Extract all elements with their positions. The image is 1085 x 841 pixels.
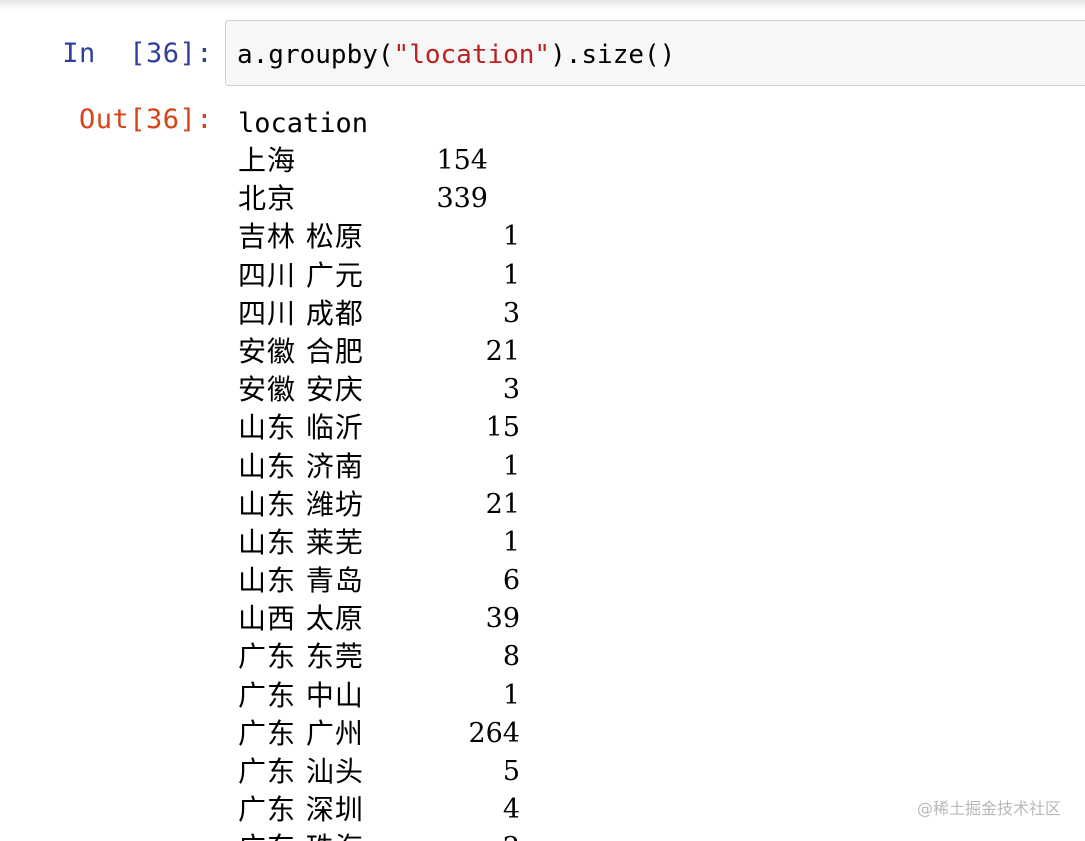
output-row: 安徽 合肥 21	[238, 333, 1085, 371]
row-label: 广东 东莞	[238, 640, 364, 674]
row-value: 1	[502, 221, 520, 253]
row-label: 山东 青岛	[238, 564, 364, 598]
output-row: 安徽 安庆 3	[238, 371, 1085, 409]
row-label: 广东 深圳	[238, 793, 364, 827]
row-value: 1	[502, 450, 520, 482]
row-label: 广东 珠海	[238, 829, 364, 841]
row-value: 3	[502, 374, 520, 406]
output-row: 山东 青岛 6	[238, 562, 1085, 600]
top-shadow	[0, 0, 1085, 10]
output-row: 吉林 松原 1	[238, 218, 1085, 256]
row-value: 21	[485, 335, 520, 367]
code-input-cell[interactable]: a.groupby("location").size()	[225, 20, 1085, 86]
row-label: 广东 中山	[238, 678, 364, 712]
output-row: 四川 成都 3	[238, 295, 1085, 333]
output-row: 山东 临沂 15	[238, 409, 1085, 447]
output-area: location 上海 154 北京 339 吉林 松原 1 四川 广元 1 四川 成都 3 安徽 …	[238, 106, 1085, 841]
row-value: 264	[468, 717, 520, 749]
row-value: 39	[485, 603, 520, 635]
row-label: 吉林 松原	[238, 220, 364, 254]
row-label: 山东 莱芜	[238, 525, 364, 559]
output-row: 山东 莱芜 1	[238, 524, 1085, 562]
output-row: 广东 广州 264	[238, 715, 1085, 753]
code-prefix: a.groupby(	[237, 40, 394, 70]
row-label: 山东 潍坊	[238, 487, 364, 521]
output-row: 四川 广元 1	[238, 257, 1085, 295]
code-string-literal: "location"	[393, 40, 551, 70]
row-value: 6	[502, 565, 520, 597]
code-text[interactable]: a.groupby("location").size()	[237, 42, 675, 68]
output-row: 广东 中山 1	[238, 677, 1085, 715]
output-prompt: Out[36]:	[78, 104, 213, 135]
row-label: 山东 济南	[238, 449, 364, 483]
output-row: 广东 珠海 2	[238, 829, 1085, 841]
output-row: 北京 339	[238, 180, 1085, 218]
row-label: 广东 汕头	[238, 755, 364, 788]
row-value: 1	[502, 259, 520, 291]
row-value: 15	[485, 412, 520, 444]
input-prompt: In [36]:	[62, 38, 213, 69]
row-value: 8	[502, 641, 520, 673]
watermark: @稀土掘金技术社区	[916, 799, 1061, 818]
row-value: 1	[502, 679, 520, 711]
row-label: 安徽 合肥	[238, 334, 364, 368]
output-row: 山西 太原 39	[238, 600, 1085, 638]
row-label: 广东 广州	[238, 716, 364, 750]
row-value: 3	[502, 297, 520, 329]
row-value: 1	[502, 526, 520, 558]
output-row: 山东 济南 1	[238, 448, 1085, 486]
row-value: 5	[502, 756, 520, 787]
row-value: 21	[485, 488, 520, 520]
output-row: 上海 154	[238, 142, 1085, 180]
row-label: 四川 成都	[238, 296, 364, 330]
output-row: 广东 汕头 5	[238, 753, 1085, 791]
output-rows: 上海 154 北京 339 吉林 松原 1 四川 广元 1 四川 成都 3 安徽 合肥 21 安徽 安庆…	[238, 142, 1085, 841]
output-row: 山东 潍坊 21	[238, 486, 1085, 524]
row-value: 2	[400, 829, 520, 841]
output-row: 广东 东莞 8	[238, 638, 1085, 676]
row-label: 安徽 安庆	[238, 373, 364, 407]
row-value: 339	[436, 183, 488, 215]
row-label: 北京	[238, 182, 297, 216]
row-label: 上海	[238, 144, 297, 177]
code-suffix: ).size()	[550, 40, 676, 70]
row-label: 山东 临沂	[238, 411, 364, 445]
output-index-name: location	[238, 108, 369, 139]
row-label: 山西 太原	[238, 602, 364, 636]
row-label: 四川 广元	[238, 258, 364, 292]
row-value: 4	[502, 794, 520, 826]
row-value: 154	[436, 145, 488, 176]
